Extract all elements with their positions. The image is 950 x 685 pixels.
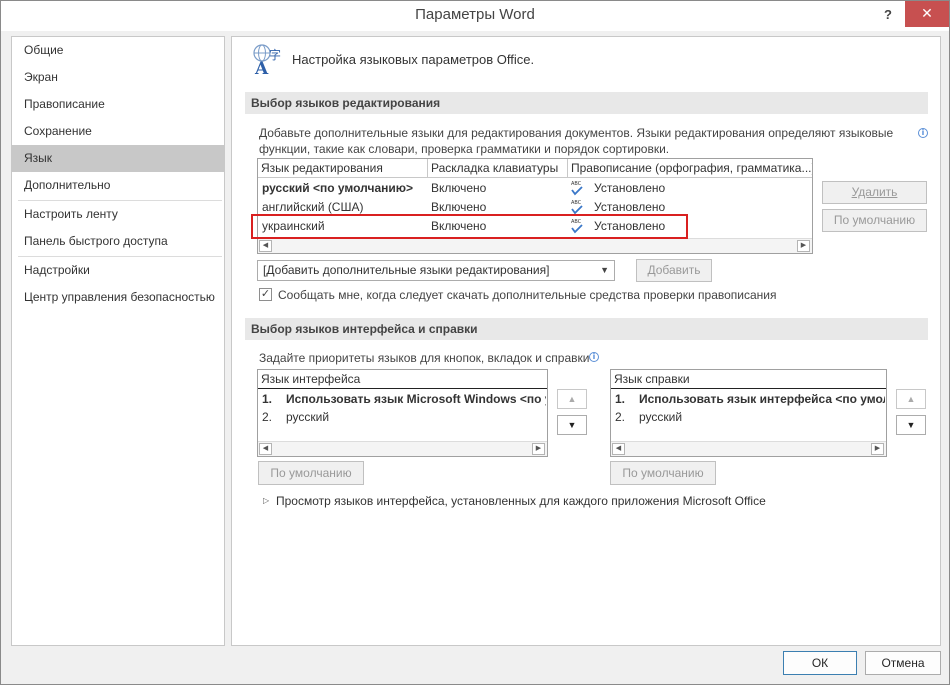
cancel-button[interactable]: Отмена xyxy=(865,651,941,675)
scroll-right-icon[interactable]: ▶ xyxy=(532,443,545,455)
svg-text:字: 字 xyxy=(269,47,281,62)
proofing-check-icon: ABC xyxy=(571,181,583,196)
svg-text:ABC: ABC xyxy=(571,200,582,206)
window-title: Параметры Word xyxy=(415,6,535,23)
horizontal-scrollbar[interactable]: ◀ ▶ xyxy=(258,238,812,253)
svg-text:A: A xyxy=(254,59,269,76)
editing-languages-table[interactable]: Язык редактирования Раскладка клавиатуры… xyxy=(257,158,813,254)
notify-label[interactable]: Сообщать мне, когда следует скачать допо… xyxy=(278,287,777,303)
close-button[interactable]: ✕ xyxy=(905,1,949,27)
scroll-left-icon[interactable]: ◀ xyxy=(612,443,625,455)
row-language[interactable]: русский <по умолчанию> xyxy=(262,179,427,198)
proofing-check-icon: ABC xyxy=(571,200,583,215)
sidebar-item-proofing[interactable]: Правописание xyxy=(12,91,224,118)
info-icon[interactable]: i xyxy=(918,128,928,138)
list-item-number: 2. xyxy=(262,410,273,424)
word-options-window: Параметры Word ? ✕ Общие Экран Правописа… xyxy=(0,0,950,685)
list-item[interactable]: Использовать язык интерфейса <по умолча xyxy=(639,390,885,409)
set-default-button[interactable]: По умолчанию xyxy=(822,209,927,232)
ui-lang-description: Задайте приоритеты языков для кнопок, вк… xyxy=(259,351,590,365)
notify-checkbox[interactable]: ✓ xyxy=(259,288,272,301)
section-editing-languages: Выбор языков редактирования xyxy=(245,92,928,114)
scroll-right-icon[interactable]: ▶ xyxy=(797,240,810,252)
sidebar-item-customize-ribbon[interactable]: Настроить ленту xyxy=(12,201,224,228)
column-header-proofing[interactable]: Правописание (орфография, грамматика...) xyxy=(568,159,812,178)
horizontal-scrollbar[interactable]: ◀ ▶ xyxy=(258,441,547,456)
move-down-button[interactable]: ▼ xyxy=(557,415,587,435)
add-language-dropdown[interactable]: [Добавить дополнительные языки редактиро… xyxy=(257,260,615,281)
display-language-list[interactable]: Язык интерфейса 1. Использовать язык Mic… xyxy=(257,369,548,457)
title-bar: Параметры Word ? ✕ xyxy=(1,1,949,31)
remove-button-label: Удалить xyxy=(851,185,898,199)
sidebar-item-trust-center[interactable]: Центр управления безопасностью xyxy=(12,284,224,311)
main-panel: A 字 Настройка языковых параметров Office… xyxy=(231,36,941,646)
add-button[interactable]: Добавить xyxy=(636,259,712,282)
list-item-number: 1. xyxy=(615,392,626,406)
help-button[interactable]: ? xyxy=(871,3,905,27)
sidebar-item-save[interactable]: Сохранение xyxy=(12,118,224,145)
list-item[interactable]: русский xyxy=(639,408,885,427)
sidebar-item-display[interactable]: Экран xyxy=(12,64,224,91)
info-icon[interactable]: i xyxy=(589,352,599,362)
page-title: Настройка языковых параметров Office. xyxy=(292,52,535,67)
sidebar: Общие Экран Правописание Сохранение Язык… xyxy=(11,36,225,646)
ok-button[interactable]: ОК xyxy=(783,651,857,675)
list-item[interactable]: русский xyxy=(286,408,546,427)
sidebar-item-addins[interactable]: Надстройки xyxy=(12,257,224,284)
list-item[interactable]: Использовать язык Microsoft Windows <по … xyxy=(286,390,546,409)
scroll-left-icon[interactable]: ◀ xyxy=(259,240,272,252)
editing-description-line1: Добавьте дополнительные языки для редакт… xyxy=(259,126,894,140)
sidebar-item-advanced[interactable]: Дополнительно xyxy=(12,172,224,199)
scroll-left-icon[interactable]: ◀ xyxy=(259,443,272,455)
list-item-number: 1. xyxy=(262,392,273,406)
svg-text:ABC: ABC xyxy=(571,181,582,187)
view-installed-languages-link[interactable]: Просмотр языков интерфейса, установленны… xyxy=(276,493,766,509)
move-down-button[interactable]: ▼ xyxy=(896,415,926,435)
section-ui-languages: Выбор языков интерфейса и справки xyxy=(245,318,928,340)
column-header-language[interactable]: Язык редактирования xyxy=(258,159,428,178)
list-item-number: 2. xyxy=(615,410,626,424)
chevron-down-icon: ▼ xyxy=(600,265,609,275)
horizontal-scrollbar[interactable]: ◀ ▶ xyxy=(611,441,886,456)
display-language-header: Язык интерфейса xyxy=(258,370,547,389)
sidebar-item-language[interactable]: Язык xyxy=(12,145,224,172)
sidebar-item-general[interactable]: Общие xyxy=(12,37,224,64)
expand-triangle-icon[interactable]: ▷ xyxy=(263,496,269,505)
highlight-box xyxy=(251,214,688,239)
scroll-right-icon[interactable]: ▶ xyxy=(871,443,884,455)
move-up-button[interactable]: ▲ xyxy=(896,389,926,409)
editing-description-line2: функции, такие как словари, проверка гра… xyxy=(259,142,670,156)
help-default-button[interactable]: По умолчанию xyxy=(610,461,716,485)
add-language-dropdown-value: [Добавить дополнительные языки редактиро… xyxy=(263,263,550,277)
row-keyboard: Включено xyxy=(431,181,487,195)
language-icon: A 字 xyxy=(253,44,281,76)
sidebar-item-quick-access[interactable]: Панель быстрого доступа xyxy=(12,228,224,255)
remove-button[interactable]: Удалить xyxy=(822,181,927,204)
help-language-list[interactable]: Язык справки 1. Использовать язык интерф… xyxy=(610,369,887,457)
help-language-header: Язык справки xyxy=(611,370,886,389)
display-default-button[interactable]: По умолчанию xyxy=(258,461,364,485)
column-header-keyboard[interactable]: Раскладка клавиатуры xyxy=(428,159,568,178)
row-proofing: Установлено xyxy=(594,181,666,195)
move-up-button[interactable]: ▲ xyxy=(557,389,587,409)
